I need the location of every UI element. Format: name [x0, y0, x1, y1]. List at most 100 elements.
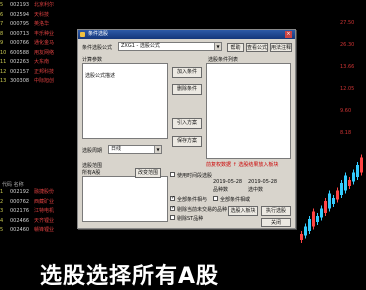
stock-code: 300308	[10, 78, 30, 84]
params-label: 计算参数	[82, 57, 103, 63]
import-plan-button[interactable]: 引入方案	[172, 118, 202, 129]
exclude-untraded-label: 剔除当前未交易的品种	[177, 207, 228, 213]
close-icon[interactable]: ×	[285, 31, 292, 38]
or-all-label: 全部条件相或	[220, 197, 251, 203]
and-all-label: 全部条件相与	[177, 197, 208, 203]
stock-code: 600588	[10, 49, 30, 56]
table-row[interactable]: 4 002466 天齐锂业	[0, 217, 64, 226]
table-row[interactable]: 5 002460 赣锋锂业	[0, 226, 64, 235]
stock-name: 赣锋锂业	[34, 227, 55, 233]
variety-count-label: 品种数	[213, 187, 229, 193]
row-index: 12	[0, 68, 7, 75]
exclude-untraded-checkbox[interactable]: ✓	[170, 205, 175, 211]
table-row[interactable]: 7 000795 英洛华	[0, 20, 64, 29]
stock-name: 英洛华	[34, 21, 50, 27]
candle-body	[328, 193, 331, 209]
stock-name: 西藏矿业	[34, 198, 55, 205]
stock-code: 000766	[10, 40, 30, 46]
table-row[interactable]: 10 600588 用友网络	[0, 49, 64, 58]
period-select[interactable]: 日线 ▼	[108, 145, 162, 154]
caption-banner: 选股选择所有A股	[40, 264, 220, 289]
stock-name: 正邦科技	[34, 68, 55, 75]
formula-select[interactable]: ZXG1 - 选股公式 ▼	[118, 42, 222, 51]
exclude-st-checkbox[interactable]	[170, 215, 175, 220]
row-index: 5	[0, 227, 4, 233]
view-formula-button[interactable]: 查看公式	[246, 43, 268, 52]
run-screen-button[interactable]: 执行选股	[261, 206, 291, 216]
period-label: 选股周期	[82, 148, 103, 154]
candle-body	[324, 201, 327, 213]
candle-body	[340, 183, 343, 195]
table-row[interactable]: 12 002157 正邦科技	[0, 68, 64, 77]
price-ladder: 27.50 26.30 13.66 12.05 9.60 8.18	[300, 0, 366, 160]
close-button[interactable]: 关闭	[261, 218, 291, 227]
stock-list-lower-header: 代码 名称	[2, 182, 24, 188]
chevron-down-icon: ▼	[154, 146, 161, 153]
exclude-st-label: 剔除ST品种	[177, 216, 204, 222]
time-range-checkbox[interactable]	[170, 172, 175, 177]
table-row[interactable]: 13 300308 中际旭创	[0, 77, 64, 86]
stock-name: 通化金马	[34, 40, 55, 46]
change-scope-button[interactable]: 改变范围	[135, 168, 161, 178]
stock-code: 002193	[10, 2, 30, 8]
formula-label: 条件选股公式	[82, 45, 113, 51]
stock-name: 中际旭创	[34, 78, 55, 84]
table-row[interactable]: 9 000766 通化金马	[0, 39, 64, 48]
stock-name: 丰乐种业	[34, 30, 55, 37]
table-row[interactable]: 8 000713 丰乐种业	[0, 30, 64, 39]
date-to[interactable]: 2019-05-28	[248, 179, 277, 185]
app-icon	[80, 32, 85, 37]
scope-label: 选股范围	[82, 163, 103, 169]
help-button[interactable]: 帮助	[227, 43, 244, 52]
dialog-title: 条件选股	[88, 31, 109, 37]
scope-note: 所有A股	[82, 170, 101, 176]
price-level: 9.60	[340, 108, 352, 114]
scope-list[interactable]	[82, 176, 168, 222]
and-all-checkbox[interactable]: ✓	[170, 195, 175, 201]
table-row[interactable]: 6 002594 天科技	[0, 11, 64, 20]
candle-body	[320, 208, 323, 218]
date-from[interactable]: 2019-05-28	[213, 179, 242, 185]
row-index: 7	[0, 21, 4, 27]
save-plan-button[interactable]: 保存方案	[172, 136, 202, 147]
add-condition-button[interactable]: 加入条件	[172, 67, 202, 78]
row-index: 3	[0, 208, 4, 214]
condition-list[interactable]	[206, 63, 291, 159]
dialog-titlebar[interactable]: 条件选股	[78, 30, 295, 39]
candle-body	[360, 157, 363, 173]
stock-name: 天齐锂业	[34, 217, 55, 224]
add-to-block-button[interactable]: 选股入板块	[228, 206, 258, 216]
usage-notes-button[interactable]: 用法注释	[270, 43, 292, 52]
row-index: 9	[0, 40, 4, 46]
params-panel: 选股公式描述	[82, 63, 168, 139]
stock-name: 天科技	[34, 11, 50, 18]
candle-body	[304, 226, 307, 236]
candle-body	[356, 165, 359, 177]
time-range-label: 使用时间段选股	[177, 173, 213, 179]
row-index: 2	[0, 198, 4, 205]
stock-code: 000762	[10, 198, 30, 205]
table-row[interactable]: 11 002263 大东南	[0, 58, 64, 67]
stock-code: 002594	[10, 11, 30, 18]
chevron-down-icon: ▼	[214, 43, 221, 50]
selected-count-label: 选中数	[248, 187, 264, 193]
row-index: 1	[0, 189, 4, 195]
stock-name: 大东南	[34, 59, 50, 65]
table-row[interactable]: 3 002176 江特电机	[0, 207, 64, 216]
table-row[interactable]: 1 002192 融捷股份	[0, 188, 64, 197]
stock-name: 融捷股份	[34, 189, 55, 195]
stock-code: 000713	[10, 30, 30, 37]
stock-code: 002460	[10, 227, 30, 233]
delete-condition-button[interactable]: 删除条件	[172, 84, 202, 95]
table-row[interactable]: 2 000762 西藏矿业	[0, 198, 64, 207]
stock-code: 002466	[10, 217, 30, 224]
stock-name: 江特电机	[34, 208, 55, 214]
candle-body	[332, 198, 335, 204]
candle-body	[348, 180, 351, 186]
or-all-checkbox[interactable]	[213, 196, 218, 201]
candle-body	[344, 175, 347, 191]
row-index: 8	[0, 30, 4, 37]
table-row[interactable]: 5 002193 北京利尔	[0, 1, 64, 10]
candle-body	[300, 234, 303, 240]
condition-list-label: 选股条件列表	[208, 57, 239, 63]
